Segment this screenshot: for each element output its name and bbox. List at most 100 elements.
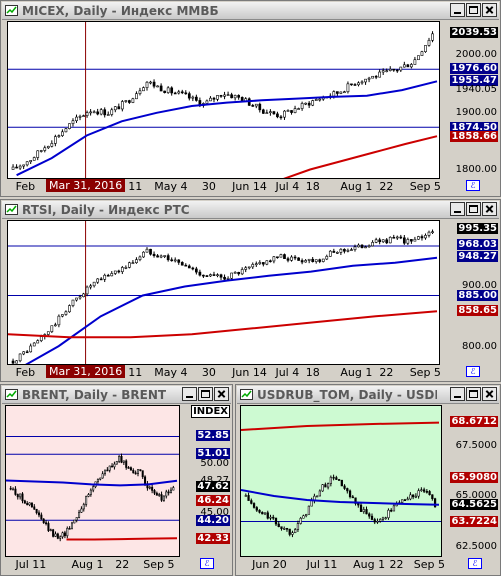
candle-body: [96, 278, 100, 283]
candle-body: [166, 255, 170, 261]
chart-window-rtsi[interactable]: RTSI, Daily - Индекс РТС 995.35 968.03 948…: [0, 199, 501, 382]
chart-window-brent[interactable]: BRENT, Daily - BRENT INDEX 52.85 51.01 50.0…: [0, 384, 233, 576]
window-title: MICEX, Daily - Индекс ММВБ: [22, 4, 219, 18]
candle-body: [413, 59, 417, 65]
candle-body: [371, 242, 374, 247]
candle-body: [328, 250, 332, 257]
candle-body: [376, 520, 379, 523]
moving-average-blue: [6, 479, 178, 487]
candle-body: [326, 483, 330, 488]
candle-body: [285, 528, 289, 530]
minimize-button[interactable]: [450, 3, 465, 17]
minimize-button[interactable]: [450, 202, 465, 216]
candle-body: [202, 274, 205, 277]
x-tick-label: Jun 20: [252, 558, 287, 571]
title-bar[interactable]: BRENT, Daily - BRENT: [2, 386, 231, 404]
candle-body: [223, 276, 226, 280]
price-marker-label: 885.00: [457, 289, 498, 301]
price-chart-usdrub[interactable]: [240, 405, 442, 557]
candle-body: [11, 360, 15, 364]
candle-body: [417, 55, 420, 61]
candle-body: [40, 514, 43, 520]
x-tick-label: 22: [379, 180, 394, 193]
chart-settings-icon[interactable]: ℰ: [200, 558, 214, 569]
candle-body: [269, 516, 272, 519]
candle-body: [420, 51, 424, 56]
candle-body: [307, 102, 311, 106]
candle-body: [70, 522, 73, 530]
candle-body: [82, 293, 85, 298]
price-chart-micex[interactable]: [7, 21, 440, 179]
candle-body: [261, 262, 265, 265]
candle-body: [156, 255, 159, 258]
candle-body: [332, 91, 336, 97]
y-axis-usdrub: 68.6712 67.5000 65.9080 65.0000 64.5625 63.72…: [442, 405, 500, 557]
candle-body: [184, 92, 188, 95]
chart-settings-icon[interactable]: ℰ: [466, 366, 480, 377]
close-button[interactable]: [214, 387, 229, 401]
candle-body: [18, 165, 22, 169]
candle-body: [357, 244, 360, 248]
candle-body: [378, 239, 382, 243]
candle-body: [240, 97, 244, 102]
candle-body: [11, 166, 15, 170]
candle-body: [399, 236, 403, 239]
candle-body: [431, 231, 434, 234]
candle-body: [258, 262, 262, 265]
maximize-button[interactable]: [466, 202, 481, 216]
candle-body: [339, 248, 343, 253]
candle-body: [332, 476, 335, 479]
candle-body: [184, 264, 188, 267]
candle-body: [353, 246, 357, 250]
candle-body: [142, 87, 145, 92]
candle-body: [128, 100, 131, 103]
candle-body: [85, 286, 89, 295]
candle-body: [427, 39, 431, 46]
candle-body: [113, 106, 117, 111]
minimize-button[interactable]: [450, 387, 465, 401]
candle-body: [378, 71, 382, 78]
maximize-button[interactable]: [466, 387, 481, 401]
candle-body: [293, 256, 297, 259]
candle-body: [46, 331, 50, 335]
candle-body: [82, 504, 85, 510]
candle-body: [141, 470, 144, 478]
title-bar[interactable]: MICEX, Daily - Индекс ММВБ: [2, 2, 499, 20]
cursor-date-label: Mar 31, 2016: [45, 365, 126, 378]
candle-body: [173, 92, 177, 95]
candle-body: [85, 112, 89, 116]
candle-body: [297, 257, 300, 261]
chart-settings-icon[interactable]: ℰ: [466, 180, 480, 191]
candle-body: [142, 251, 145, 258]
maximize-button[interactable]: [466, 3, 481, 17]
close-button[interactable]: [482, 387, 497, 401]
candle-body: [269, 260, 272, 263]
candle-body: [335, 91, 339, 94]
candle-body: [403, 499, 407, 502]
title-bar[interactable]: USDRUB_TOM, Daily - USDRUB_...: [237, 386, 499, 404]
candle-body: [71, 299, 75, 306]
candle-body: [159, 85, 163, 92]
price-chart-rtsi[interactable]: [7, 220, 440, 365]
price-marker-label: 64.5625: [450, 499, 498, 511]
candle-body: [283, 528, 286, 530]
chart-window-micex[interactable]: MICEX, Daily - Индекс ММВБ 2039.53 2000.0…: [0, 0, 501, 197]
chart-settings-icon[interactable]: ℰ: [468, 558, 482, 569]
title-bar[interactable]: RTSI, Daily - Индекс РТС: [2, 201, 499, 219]
minimize-button[interactable]: [182, 387, 197, 401]
close-button[interactable]: [482, 202, 497, 216]
close-button[interactable]: [482, 3, 497, 17]
chart-window-usdrub[interactable]: USDRUB_TOM, Daily - USDRUB_... 68.6712 67…: [235, 384, 501, 576]
maximize-button[interactable]: [198, 387, 213, 401]
price-chart-brent[interactable]: [5, 405, 180, 557]
candle-body: [276, 113, 279, 118]
y-axis-brent: INDEX52.8551.0150.0048.2747.6246.2445.00…: [180, 405, 232, 557]
candle-body: [68, 528, 71, 530]
candle-body: [33, 506, 36, 510]
candle-body: [49, 529, 52, 532]
candle-body: [381, 239, 385, 243]
x-tick-label: Feb: [15, 366, 36, 379]
candle-body: [240, 269, 244, 275]
candle-body: [412, 494, 415, 498]
candle-body: [360, 81, 364, 84]
